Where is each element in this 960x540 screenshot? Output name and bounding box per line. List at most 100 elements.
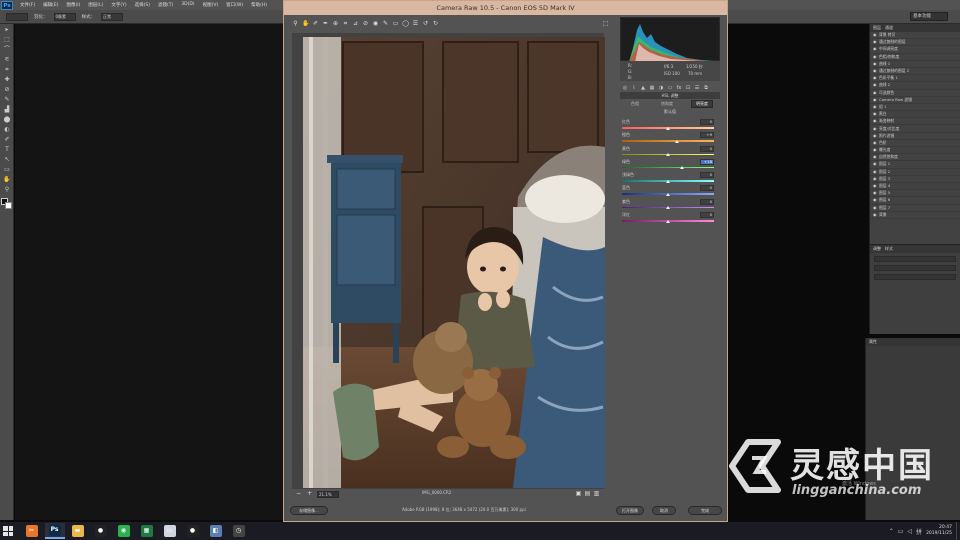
cancel-button[interactable]: 取消 [652, 506, 676, 515]
tab-properties[interactable]: 属性 [869, 339, 877, 345]
tool-icon[interactable]: ✋ [2, 176, 12, 184]
layer-row[interactable]: ◉ 色阶 [870, 140, 960, 147]
eye-icon[interactable]: ◉ [873, 112, 877, 116]
eye-icon[interactable]: ◉ [873, 119, 877, 123]
volume-icon[interactable]: ◁ [907, 528, 912, 535]
ime-indicator[interactable]: 拼 [916, 527, 922, 536]
open-image-button[interactable]: 打开图像 [616, 506, 644, 515]
layer-row[interactable]: ◉ 背景 拷贝 [870, 32, 960, 40]
eye-icon[interactable]: ◉ [873, 212, 877, 217]
tool-icon[interactable]: ⊘ [2, 86, 12, 94]
layer-row[interactable]: ◉ 照片滤镜 [870, 133, 960, 140]
eye-icon[interactable]: ◉ [873, 33, 877, 37]
lens-icon[interactable]: ▭ [667, 85, 673, 91]
slider-value-field[interactable]: 0 [700, 119, 714, 125]
snapshots-icon[interactable]: ⧉ [703, 85, 709, 91]
eye-icon[interactable]: ◉ [873, 69, 877, 73]
detail-icon[interactable]: ▲ [640, 85, 646, 91]
menu-item[interactable]: 3D(D) [177, 2, 198, 8]
layer-row[interactable]: ◉ 渐变映射 [870, 118, 960, 126]
basic-panel-icon[interactable]: ◎ [622, 85, 628, 91]
eye-icon[interactable]: ◉ [873, 76, 877, 80]
layer-row[interactable]: ◉ 通过复制的图层 2 [870, 68, 960, 76]
workflow-options-link[interactable]: Adobe RGB (1998); 8 位; 3648 x 5472 (20.0… [402, 507, 526, 513]
window-app[interactable]: ▭ [160, 523, 180, 539]
fullscreen-icon[interactable]: ⬚ [602, 20, 609, 28]
copy-settings-icon[interactable]: ▥ [593, 490, 600, 498]
eye-icon[interactable]: ◉ [873, 155, 877, 159]
eye-icon[interactable]: ◉ [873, 126, 877, 131]
layer-row[interactable]: ◉ 背景 [870, 212, 960, 219]
slider-value-field[interactable]: 0 [700, 198, 714, 205]
layer-row[interactable]: ◉ 色相/饱和度 [870, 54, 960, 61]
layer-row[interactable]: ◉ 黑白 [870, 111, 960, 119]
tool-icon[interactable]: ✎ [2, 96, 12, 104]
tool-icon[interactable]: ▸ [2, 26, 12, 34]
crop-icon[interactable]: ⌗ [342, 20, 349, 28]
calibration-icon[interactable]: ⊡ [685, 85, 691, 91]
tool-icon[interactable]: ⚟ [2, 56, 12, 64]
photoshop-app[interactable]: Ps [44, 523, 65, 539]
slider-value-field[interactable]: 0 [700, 185, 714, 192]
slider-value-field[interactable]: 0 [700, 212, 714, 219]
tool-icon[interactable]: T [2, 146, 12, 154]
color-sampler-icon[interactable]: ✒ [322, 20, 329, 28]
zoom-in-icon[interactable]: + [306, 490, 313, 498]
layer-row[interactable]: ◉ 组 1 [870, 104, 960, 112]
radial-filter-icon[interactable]: ◯ [402, 20, 409, 28]
tab-adjustments[interactable]: 调整 [873, 246, 881, 252]
tool-icon[interactable]: ◐ [2, 126, 12, 134]
eye-icon[interactable]: ◉ [873, 40, 877, 44]
slider-value-field[interactable]: +9 [700, 132, 714, 139]
slider-value-field[interactable]: +18 [700, 158, 714, 165]
clock[interactable]: 20:47 2019/11/25 [926, 525, 952, 537]
slider-thumb[interactable] [666, 206, 670, 210]
slider-thumb[interactable] [666, 192, 670, 196]
tab-styles[interactable]: 样式 [885, 246, 893, 252]
menu-item[interactable]: 选择(S) [131, 2, 154, 8]
layer-row[interactable]: ◉ 图层 1 [870, 161, 960, 169]
eye-icon[interactable]: ◉ [873, 133, 877, 138]
eye-icon[interactable]: ◉ [873, 205, 877, 210]
layer-row[interactable]: ◉ 曲线 1 [870, 61, 960, 68]
eye-icon[interactable]: ◉ [873, 104, 877, 109]
layer-row[interactable]: ◉ 曲线 2 [870, 82, 960, 90]
style-select[interactable]: 正常 [101, 12, 123, 21]
wechat-app[interactable]: ◉ [114, 523, 134, 539]
tool-icon[interactable]: ↖ [2, 156, 12, 164]
tool-icon[interactable]: ▟ [2, 106, 12, 114]
layer-row[interactable]: ◉ Camera Raw 滤镜 [870, 97, 960, 104]
photo-preview[interactable] [303, 37, 605, 488]
menu-item[interactable]: 视图(V) [199, 2, 223, 8]
layer-row[interactable]: ◉ 亮度/对比度 [870, 125, 960, 133]
tab-layers[interactable]: 图层 [873, 25, 881, 31]
eye-icon[interactable]: ◉ [873, 140, 877, 145]
graduated-filter-icon[interactable]: ▭ [392, 20, 399, 28]
menu-item[interactable]: 窗口(W) [222, 2, 247, 8]
background-color[interactable] [5, 202, 12, 209]
target-adjust-icon[interactable]: ⊕ [332, 20, 339, 28]
eye-icon[interactable]: ◉ [873, 148, 877, 152]
zoom-out-icon[interactable]: − [295, 490, 302, 498]
layer-row[interactable]: ◉ 图层 3 [870, 176, 960, 183]
eye-icon[interactable]: ◉ [873, 176, 877, 181]
qq-app[interactable]: ● [91, 523, 111, 539]
adjust-field-2[interactable] [874, 265, 956, 271]
rotate-right-icon[interactable]: ↻ [432, 20, 439, 28]
layer-row[interactable]: ◉ 图层 7 [870, 205, 960, 212]
layer-row[interactable]: ◉ 通过复制的图层 [870, 39, 960, 47]
swap-icon[interactable]: ▤ [584, 490, 591, 498]
tool-app[interactable]: ✂ [22, 523, 42, 539]
slider-thumb[interactable] [675, 139, 680, 143]
tab-luminance[interactable]: 明亮度 [691, 99, 713, 108]
rotate-left-icon[interactable]: ↺ [422, 20, 429, 28]
menu-item[interactable]: 图像(I) [62, 2, 84, 8]
eye-icon[interactable]: ◉ [873, 162, 877, 166]
start-button[interactable] [0, 522, 16, 540]
split-toning-icon[interactable]: ◑ [658, 85, 664, 91]
excel-app[interactable]: ▦ [137, 523, 157, 539]
adjust-field-3[interactable] [874, 274, 956, 280]
qq2-app[interactable]: ● [183, 523, 203, 539]
done-button[interactable]: 完成 [688, 506, 722, 515]
feather-field[interactable]: 0像素 [53, 12, 76, 21]
